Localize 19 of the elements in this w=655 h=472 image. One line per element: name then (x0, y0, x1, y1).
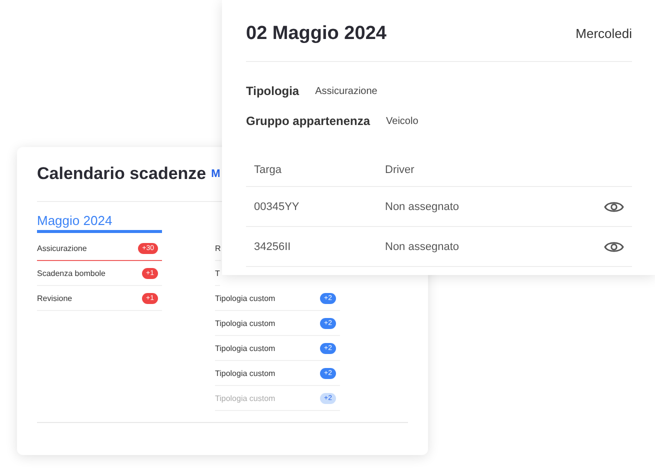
field-label: Tipologia (246, 84, 300, 98)
card-title: Calendario scadenze (37, 164, 206, 184)
month-tab[interactable]: M (211, 168, 220, 180)
field-value: Veicolo (386, 116, 418, 126)
date-title: 02 Maggio 2024 (246, 22, 386, 44)
deadline-item[interactable]: R (215, 236, 221, 261)
view-icon[interactable] (604, 200, 624, 214)
table-cell: Non assegnato (385, 240, 459, 252)
deadline-item[interactable]: T (215, 261, 220, 286)
column-header: Targa (254, 164, 283, 176)
month-tab[interactable]: Maggio 2024 (37, 213, 162, 233)
table-cell: Non assegnato (385, 200, 459, 212)
field-label: Gruppo appartenenza (246, 114, 370, 128)
weekday-label: Mercoledi (576, 26, 632, 41)
table-cell-text: 00345YY (254, 200, 300, 212)
table-cell-text: 34256II (254, 240, 292, 252)
field-value: Assicurazione (315, 86, 378, 96)
view-icon[interactable] (604, 240, 624, 254)
column-header: Driver (385, 164, 414, 176)
